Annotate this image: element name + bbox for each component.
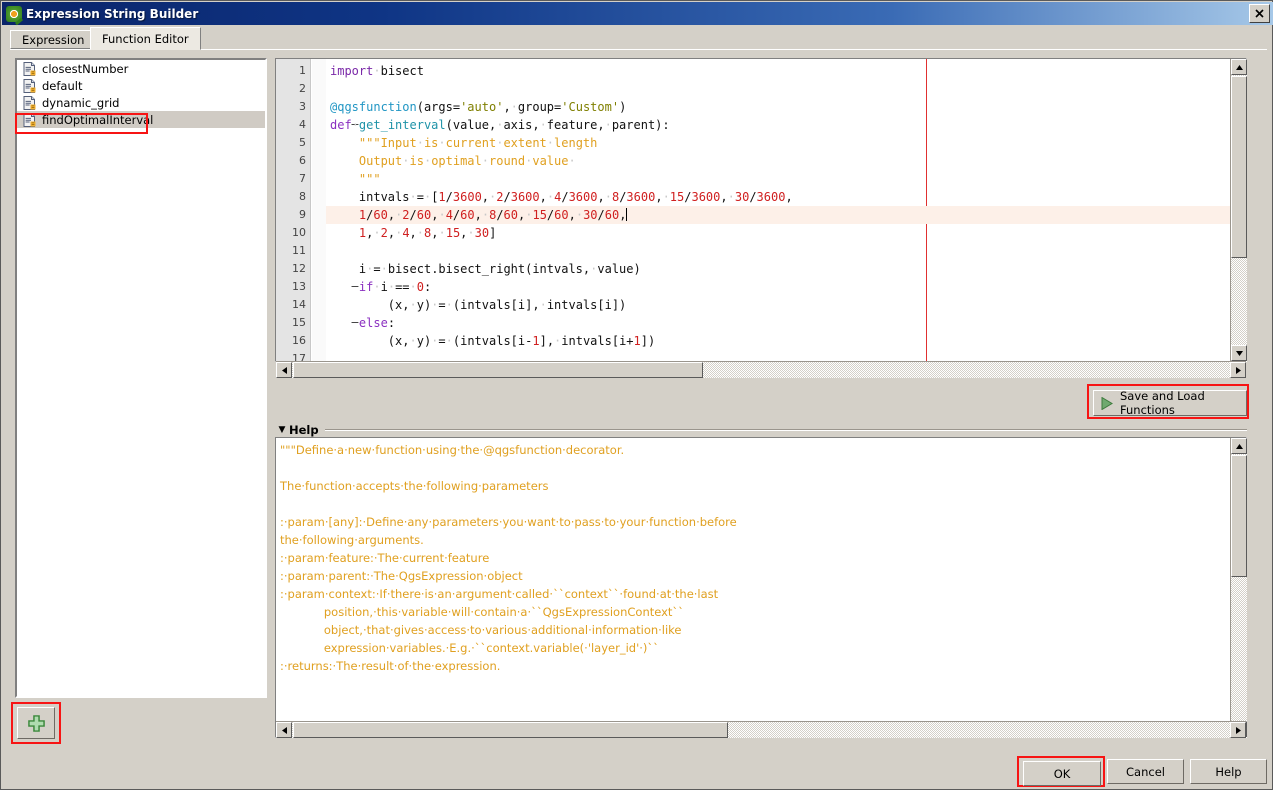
window-titlebar: Expression String Builder <box>2 2 1273 25</box>
code-text-area[interactable]: import·bisect @qgsfunction(args='auto',·g… <box>326 59 1246 361</box>
line-number: 8 <box>299 190 306 203</box>
code-line[interactable]: 1,·2,·4,·8,·15,·30] <box>326 224 496 242</box>
fold-margin[interactable]: − − − <box>312 59 360 361</box>
scroll-down-arrow-icon[interactable] <box>1231 345 1247 361</box>
code-line[interactable]: def·get_interval(value,·axis,·feature,·p… <box>326 116 670 134</box>
function-list-item-label: dynamic_grid <box>42 95 120 110</box>
line-number: 5 <box>299 136 306 149</box>
line-number: 2 <box>299 82 306 95</box>
help-button[interactable]: Help <box>1190 759 1267 784</box>
help-vscroll-thumb[interactable] <box>1231 455 1247 577</box>
play-triangle-icon <box>1101 396 1113 410</box>
document-icon <box>23 112 36 127</box>
scroll-left-arrow-icon[interactable] <box>276 362 292 378</box>
code-line[interactable]: Output·is·optimal·round·value· <box>326 152 576 170</box>
line-number: 4 <box>299 118 306 131</box>
code-line[interactable] <box>326 242 330 260</box>
document-icon <box>23 95 36 110</box>
function-list-item-label: findOptimalInterval <box>42 112 154 127</box>
text-cursor <box>626 208 628 221</box>
help-scroll-left-arrow-icon[interactable] <box>276 722 292 738</box>
save-and-load-functions-button[interactable]: Save and Load Functions <box>1093 389 1247 417</box>
editor-hscroll-thumb[interactable] <box>293 362 703 378</box>
code-line[interactable]: else: <box>326 314 395 332</box>
line-number: 7 <box>299 172 306 185</box>
window-title: Expression String Builder <box>26 6 199 21</box>
line-number: 12 <box>292 262 306 275</box>
code-line[interactable]: import·bisect <box>326 62 424 80</box>
plus-icon <box>27 714 45 732</box>
code-line[interactable]: """Input·is·current·extent·length <box>326 134 597 152</box>
cancel-button[interactable]: Cancel <box>1107 759 1184 784</box>
code-line[interactable]: (x,·y)·=·(intvals[i-1],·intvals[i+1]) <box>326 332 655 350</box>
tab-bar: Expression Function Editor <box>2 26 1273 50</box>
code-line[interactable]: if·i·==·0: <box>326 278 431 296</box>
tab-function-editor[interactable]: Function Editor <box>90 27 201 50</box>
close-icon[interactable] <box>1249 4 1270 23</box>
function-list[interactable]: closestNumber default dynamic_grid findOpti… <box>15 58 267 698</box>
line-number: 11 <box>292 244 306 257</box>
scroll-right-arrow-icon[interactable] <box>1230 362 1246 378</box>
add-function-highlight-box <box>11 702 61 744</box>
code-line[interactable]: (x,·y)·=·(intvals[i],·intvals[i]) <box>326 296 627 314</box>
help-vertical-scrollbar[interactable] <box>1230 438 1247 737</box>
save-load-highlight-box: Save and Load Functions <box>1087 384 1249 419</box>
ok-highlight-box: OK <box>1017 756 1105 787</box>
line-number: 6 <box>299 154 306 167</box>
line-number: 9 <box>299 208 306 221</box>
line-number: 15 <box>292 316 306 329</box>
code-line[interactable]: 1/60,·2/60,·4/60,·8/60,·15/60,·30/60, <box>326 206 1246 224</box>
function-list-item[interactable]: default <box>17 77 265 94</box>
editor-vscroll-thumb[interactable] <box>1231 76 1247 258</box>
expression-string-builder-dialog: Expression String Builder Expression Fun… <box>0 0 1273 790</box>
help-section-header[interactable]: ▼ Help <box>275 422 1247 437</box>
code-editor[interactable]: 1 2 3 4 5 6 7 8 9 10 11 12 13 14 15 16 17 − − − import·bis… <box>275 58 1247 362</box>
scroll-up-arrow-icon[interactable] <box>1231 59 1247 75</box>
help-scroll-up-arrow-icon[interactable] <box>1231 438 1247 454</box>
document-icon <box>23 61 36 76</box>
document-icon <box>23 78 36 93</box>
function-list-item[interactable]: dynamic_grid <box>17 94 265 111</box>
line-number-gutter: 1 2 3 4 5 6 7 8 9 10 11 12 13 14 15 16 17 <box>276 59 311 361</box>
editor-vertical-scrollbar[interactable] <box>1230 59 1247 361</box>
function-list-item-label: closestNumber <box>42 61 129 76</box>
code-line[interactable]: """ <box>326 170 381 188</box>
chevron-down-icon[interactable]: ▼ <box>275 425 289 435</box>
qgis-logo-icon <box>6 5 22 22</box>
add-function-button[interactable] <box>17 707 55 739</box>
help-horizontal-scrollbar[interactable] <box>276 721 1246 738</box>
line-number: 3 <box>299 100 306 113</box>
line-number: 10 <box>292 226 306 239</box>
save-and-load-functions-label: Save and Load Functions <box>1120 389 1205 417</box>
code-line[interactable]: intvals·=·[1/3600,·2/3600,·4/3600,·8/360… <box>326 188 793 206</box>
line-number: 1 <box>299 64 306 77</box>
ok-button[interactable]: OK <box>1023 761 1101 786</box>
code-line[interactable]: i·=·bisect.bisect_right(intvals,·value) <box>326 260 641 278</box>
help-section-label: Help <box>289 422 319 437</box>
help-divider <box>324 428 1247 431</box>
function-list-item[interactable]: closestNumber <box>17 60 265 77</box>
function-list-item-label: default <box>42 78 83 93</box>
function-list-item[interactable]: findOptimalInterval <box>17 111 265 128</box>
code-line[interactable]: @qgsfunction(args='auto',·group='Custom'… <box>326 98 626 116</box>
help-scroll-right-arrow-icon[interactable] <box>1230 722 1246 738</box>
tab-expression[interactable]: Expression <box>10 30 97 49</box>
help-text-panel[interactable]: """Define·a·new·function·using·the·@qgsf… <box>275 437 1247 738</box>
code-line[interactable] <box>326 80 330 98</box>
line-number: 14 <box>292 298 306 311</box>
help-text-content: """Define·a·new·function·using·the·@qgsf… <box>280 443 737 673</box>
help-hscroll-thumb[interactable] <box>293 722 728 738</box>
line-number: 16 <box>292 334 306 347</box>
editor-horizontal-scrollbar[interactable] <box>276 361 1246 378</box>
line-number: 13 <box>292 280 306 293</box>
